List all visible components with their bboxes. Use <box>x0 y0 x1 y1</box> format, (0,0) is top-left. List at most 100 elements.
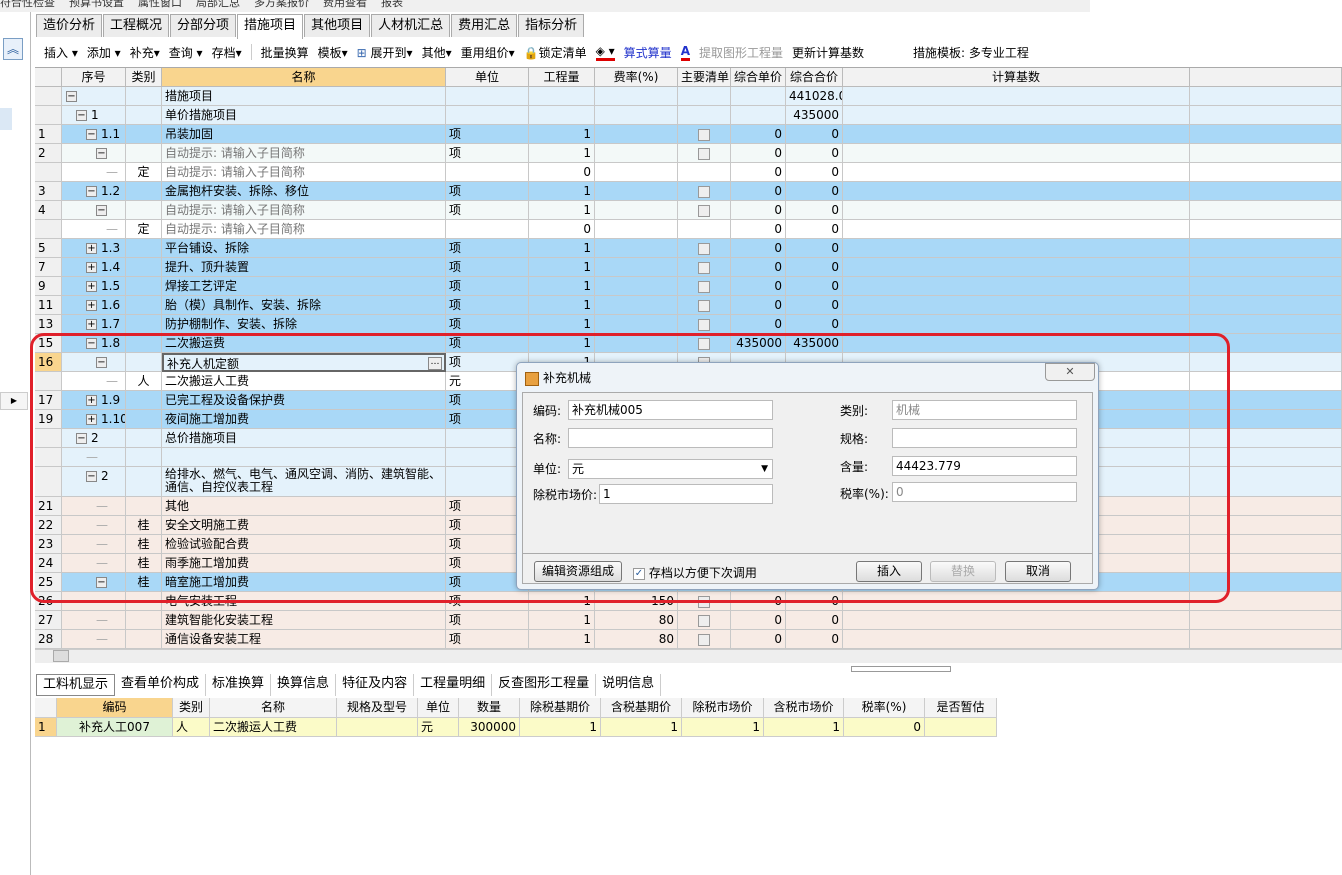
cell[interactable]: 焊接工艺评定 <box>162 277 446 296</box>
cell[interactable]: — <box>62 497 126 516</box>
cell[interactable] <box>678 258 731 277</box>
cell[interactable] <box>126 391 162 410</box>
expand-arrow-icon[interactable]: ▶ <box>0 392 28 410</box>
cell[interactable]: +1.6 <box>62 296 126 315</box>
cell[interactable]: 项 <box>446 611 529 630</box>
cell[interactable] <box>126 87 162 106</box>
cell[interactable]: 防护棚制作、安装、拆除 <box>162 315 446 334</box>
cell[interactable] <box>1190 467 1342 497</box>
batch-convert-button[interactable]: 批量换算 <box>261 44 309 61</box>
cell[interactable] <box>126 239 162 258</box>
column-header[interactable]: 计算基数 <box>843 68 1190 87</box>
expand-icon[interactable]: + <box>86 300 97 311</box>
bottom-tab-6[interactable]: 反查图形工程量 <box>492 674 597 696</box>
cell[interactable] <box>1190 611 1342 630</box>
cell[interactable]: − <box>62 87 126 106</box>
column-header[interactable]: 单位 <box>446 68 529 87</box>
collapse-icon[interactable]: − <box>86 471 97 482</box>
cell[interactable]: 7 <box>35 258 62 277</box>
cell[interactable]: 13 <box>35 315 62 334</box>
cell[interactable]: 1 <box>529 144 595 163</box>
save-checkbox[interactable]: ✓ 存档以方便下次调用 <box>633 564 757 581</box>
expand-icon[interactable]: + <box>86 395 97 406</box>
replace-button[interactable]: 替换 <box>930 561 996 582</box>
cell[interactable] <box>1190 277 1342 296</box>
table-row[interactable]: − 措施项目 441028.09 <box>35 87 1342 106</box>
cell[interactable]: 0 <box>529 163 595 182</box>
cell[interactable]: — <box>62 630 126 649</box>
collapse-icon[interactable]: − <box>96 148 107 159</box>
archive-button[interactable]: 存档▾ <box>212 44 242 61</box>
cell[interactable] <box>843 87 1190 106</box>
cell[interactable]: 0 <box>844 718 925 737</box>
cell[interactable]: 1 <box>529 125 595 144</box>
cell[interactable]: 单价措施项目 <box>162 106 446 125</box>
column-header[interactable]: 序号 <box>62 68 126 87</box>
cell[interactable] <box>595 163 678 182</box>
cell[interactable]: 项 <box>446 334 529 353</box>
tab-3[interactable]: 措施项目 <box>237 14 304 39</box>
spec-field[interactable] <box>892 428 1077 448</box>
toolbar-top-item[interactable]: 预算书设置 <box>69 0 124 9</box>
table-row[interactable]: 26 — 电气安装工程 项 1 150 0 0 <box>35 592 1342 611</box>
cell[interactable]: 0 <box>731 144 786 163</box>
tab-4[interactable]: 其他项目 <box>304 14 371 37</box>
cell[interactable] <box>1190 429 1342 448</box>
cell[interactable]: — <box>62 163 126 182</box>
cell[interactable]: 0 <box>786 592 843 611</box>
cell[interactable]: 0 <box>731 220 786 239</box>
cell[interactable]: 80 <box>595 630 678 649</box>
cell[interactable]: 项 <box>446 182 529 201</box>
cell[interactable] <box>1190 163 1342 182</box>
cell[interactable]: − <box>62 201 126 220</box>
column-header[interactable]: 类别 <box>126 68 162 87</box>
table-row[interactable]: — 定 自动提示: 请输入子目简称 0 0 0 <box>35 220 1342 239</box>
cell[interactable] <box>678 87 731 106</box>
column-header[interactable]: 主要清单 <box>678 68 731 87</box>
cell[interactable] <box>843 144 1190 163</box>
cell[interactable]: 0 <box>731 630 786 649</box>
cell[interactable] <box>126 592 162 611</box>
main-list-checkbox[interactable] <box>698 242 710 255</box>
column-header[interactable]: 类别 <box>173 698 210 718</box>
main-list-checkbox[interactable] <box>698 185 710 198</box>
cell[interactable]: 1 <box>529 182 595 201</box>
cell[interactable]: 项 <box>446 296 529 315</box>
cell[interactable]: 3 <box>35 182 62 201</box>
cell[interactable] <box>1190 258 1342 277</box>
table-row[interactable]: 11 +1.6 胎（模）具制作、安装、拆除 项 1 0 0 <box>35 296 1342 315</box>
cell[interactable]: +1.4 <box>62 258 126 277</box>
cell[interactable]: 22 <box>35 516 62 535</box>
cell[interactable] <box>595 106 678 125</box>
cell[interactable] <box>595 277 678 296</box>
cell[interactable]: 补充人机定额… <box>162 353 446 372</box>
collapse-icon[interactable]: − <box>76 110 87 121</box>
column-header[interactable]: 费率(%) <box>595 68 678 87</box>
cell[interactable] <box>595 201 678 220</box>
main-list-checkbox[interactable] <box>698 128 710 141</box>
cell[interactable]: 项 <box>446 144 529 163</box>
cell[interactable] <box>126 201 162 220</box>
cell[interactable] <box>843 163 1190 182</box>
cell[interactable]: 435000 <box>731 334 786 353</box>
cell[interactable]: 项 <box>446 239 529 258</box>
table-row[interactable]: — 定 自动提示: 请输入子目简称 0 0 0 <box>35 163 1342 182</box>
table-row[interactable]: 5 +1.3 平台铺设、拆除 项 1 0 0 <box>35 239 1342 258</box>
toolbar-top-item[interactable]: 报表 <box>381 0 403 9</box>
cell[interactable]: 1 <box>682 718 764 737</box>
cell[interactable]: 其他 <box>162 497 446 516</box>
cell[interactable]: 0 <box>731 125 786 144</box>
cell[interactable] <box>678 277 731 296</box>
cell[interactable] <box>595 258 678 277</box>
cell[interactable]: 0 <box>731 296 786 315</box>
cell[interactable] <box>126 277 162 296</box>
cell[interactable]: 435000 <box>786 106 843 125</box>
cell[interactable] <box>595 87 678 106</box>
insert-button[interactable]: 插入 <box>856 561 922 582</box>
cell[interactable]: 夜间施工增加费 <box>162 410 446 429</box>
cell[interactable] <box>678 630 731 649</box>
cell[interactable]: 桂 <box>126 554 162 573</box>
cell[interactable]: 19 <box>35 410 62 429</box>
cell[interactable] <box>1190 182 1342 201</box>
close-button[interactable]: ✕ <box>1045 363 1095 381</box>
